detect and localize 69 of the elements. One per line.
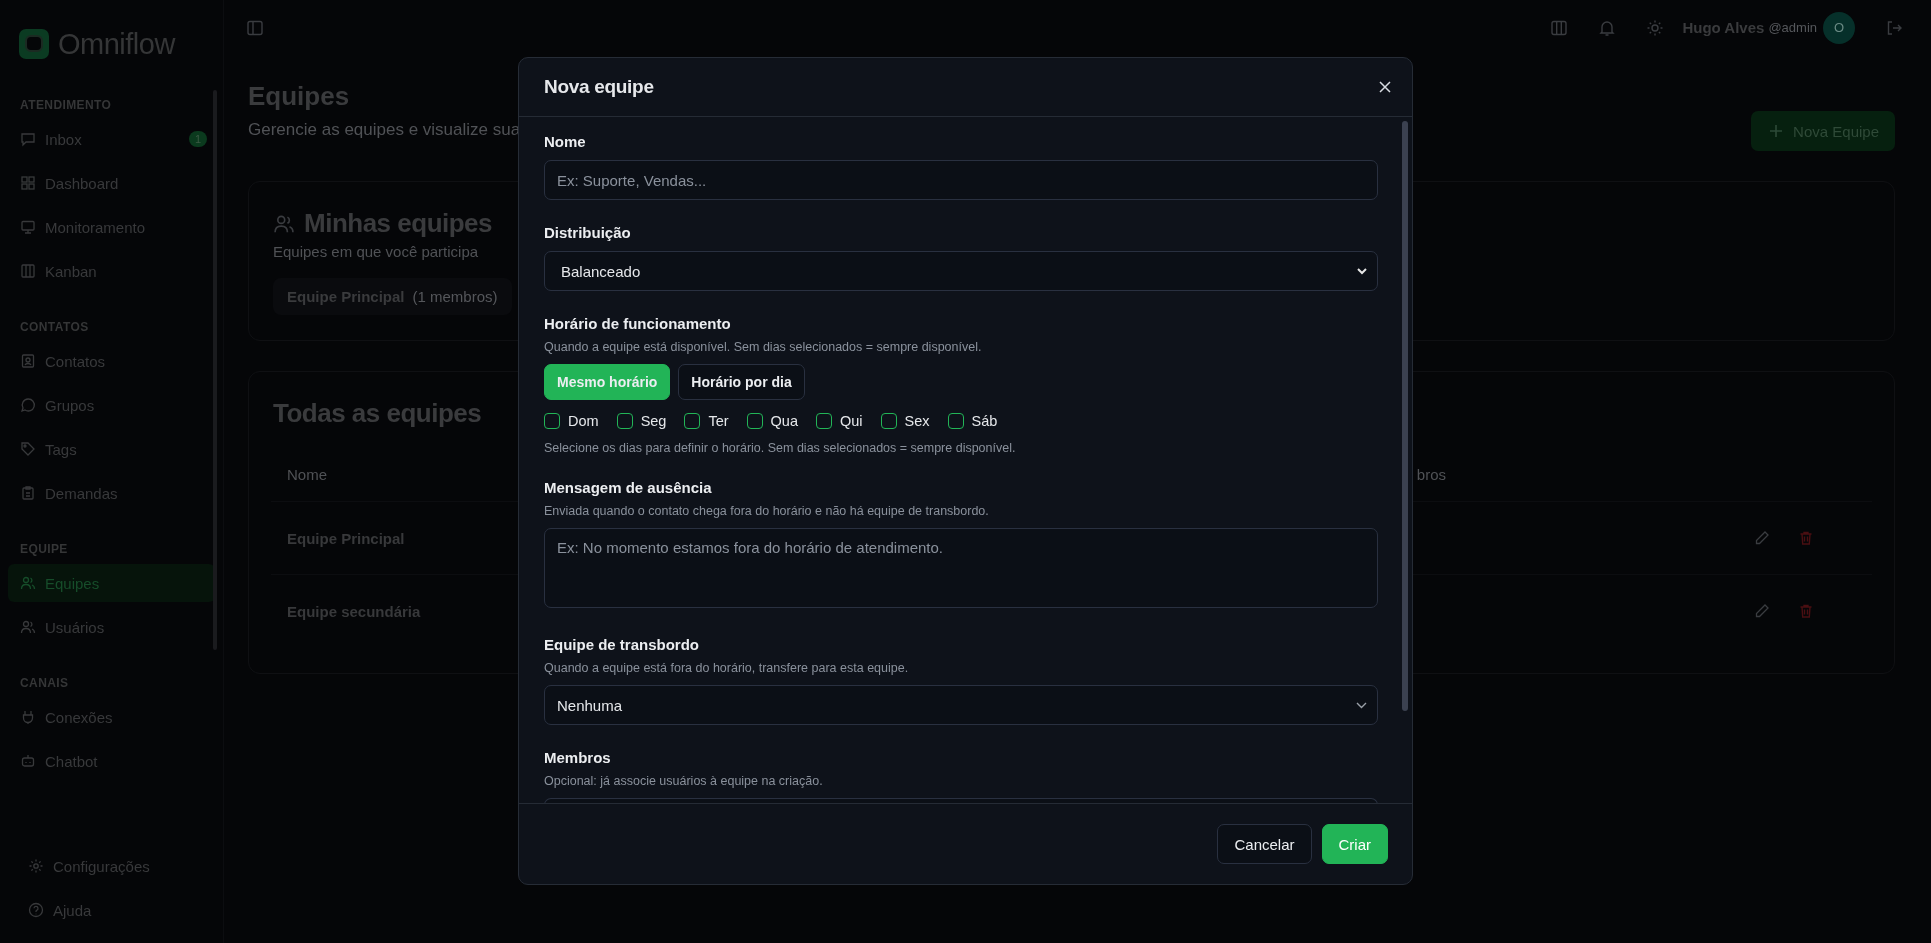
settings-icon (28, 858, 44, 874)
day-checkbox[interactable] (684, 413, 701, 429)
day-label: Qua (770, 413, 798, 429)
day-checkbox[interactable] (816, 413, 832, 429)
pencil-icon[interactable] (1754, 603, 1770, 619)
plus-icon (1769, 124, 1784, 138)
columns-icon[interactable] (1550, 18, 1569, 37)
field-hint: Quando a equipe está fora do horário, transfere para esta equipe. (544, 661, 910, 675)
name-input[interactable]: Ex: Suporte, Vendas... (544, 160, 1378, 200)
day-label: Ter (708, 413, 729, 429)
schedule-mode-button[interactable]: Horário por dia (678, 364, 805, 400)
tag-icon (20, 441, 36, 457)
columns-icon (20, 263, 36, 279)
bell-icon[interactable] (1598, 18, 1617, 37)
grid-icon (20, 175, 36, 191)
logout-icon[interactable] (1885, 18, 1903, 37)
clipboard-icon (20, 485, 36, 501)
absence-message-field[interactable]: Ex: No momento estamos fora do horário de atendimento. (544, 528, 1378, 608)
day-checkbox[interactable] (544, 413, 560, 429)
field-label: Distribuição (544, 224, 632, 241)
bubble-icon (20, 397, 36, 413)
chat-icon (20, 131, 36, 147)
field-label: Horário de funcionamento (544, 315, 732, 332)
users-icon (20, 619, 36, 635)
day-label: Qui (840, 413, 863, 429)
column-header: bros (1416, 465, 1446, 483)
distribution-select[interactable]: Balanceado (544, 251, 1378, 291)
users-icon (20, 575, 36, 591)
avatar[interactable]: O (1823, 11, 1855, 44)
field-hint: Enviada quando o contato chega fora do horário e não há equipe de transbordo. (544, 504, 990, 518)
dialog-title: Nova equipe (544, 76, 654, 98)
chevron-down-icon (1357, 267, 1367, 275)
scrollbar[interactable] (1402, 121, 1408, 711)
pencil-icon[interactable] (1754, 530, 1770, 546)
user-handle: @admin (1768, 20, 1817, 35)
contact-icon (20, 353, 36, 369)
field-hint: Selecione os dias para definir o horário. Sem dias selecionados = sempre disponível. (544, 441, 1017, 455)
field-label: Nome (544, 133, 587, 150)
card-subtitle: Equipes em que você participa (273, 243, 480, 260)
create-button[interactable]: Criar (1321, 824, 1388, 864)
sidebar-item[interactable]: Equipes (8, 564, 215, 602)
day-checkbox[interactable] (616, 413, 633, 429)
day-label: Seg (640, 413, 667, 429)
plug-icon (20, 709, 36, 725)
day-label: Dom (568, 413, 599, 429)
field-hint: Quando a equipe está disponível. Sem dias selecionados = sempre disponível. (544, 340, 983, 354)
logo-icon (18, 28, 52, 60)
field-hint: Opcional: já associe usuários à equipe na criação. (544, 774, 824, 788)
close-icon[interactable] (1378, 80, 1392, 94)
field-label: Membros (544, 749, 612, 766)
day-label: Sex (904, 413, 930, 429)
trash-icon[interactable] (1798, 530, 1814, 546)
bot-icon (20, 753, 36, 769)
day-checkbox[interactable] (947, 413, 964, 429)
field-label: Equipe de transbordo (544, 636, 700, 653)
overflow-team-select[interactable]: Nenhuma (544, 685, 1378, 725)
field-label: Mensagem de ausência (544, 479, 713, 496)
chevron-down-icon (1356, 701, 1367, 709)
sidebar-toggle-icon[interactable] (246, 18, 264, 37)
sun-icon[interactable] (1646, 18, 1665, 37)
schedule-mode-button[interactable]: Mesmo horário (544, 364, 671, 400)
cancel-button[interactable]: Cancelar (1217, 824, 1312, 864)
monitor-icon (20, 219, 36, 235)
trash-icon[interactable] (1798, 603, 1814, 619)
help-icon (28, 902, 44, 918)
day-checkbox[interactable] (880, 413, 897, 429)
day-label: Sáb (971, 413, 998, 429)
column-header: Nome (287, 465, 327, 483)
day-checkbox[interactable] (746, 413, 763, 429)
